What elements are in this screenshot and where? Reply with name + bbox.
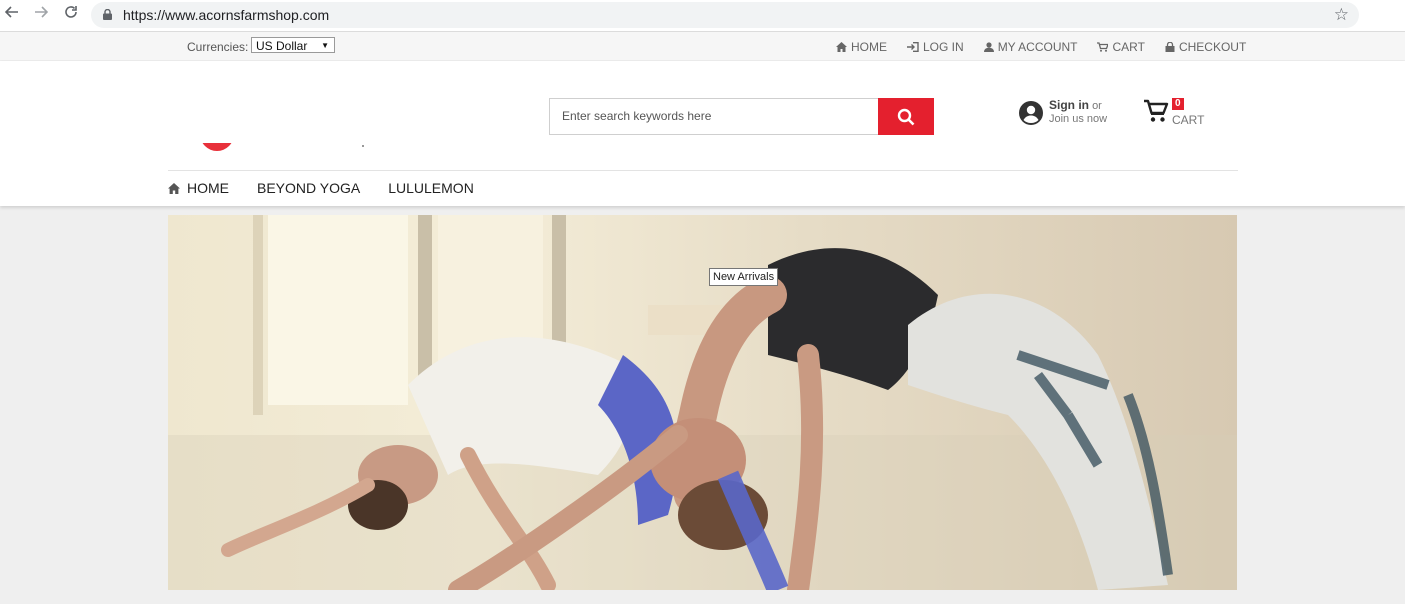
login-icon xyxy=(907,42,919,52)
top-link-checkout[interactable]: CHECKOUT xyxy=(1165,40,1246,54)
back-icon[interactable] xyxy=(2,5,22,25)
logo-fragment xyxy=(362,145,364,147)
cart-count-badge: 0 xyxy=(1172,98,1184,110)
nav-item-home[interactable]: HOME xyxy=(168,180,229,196)
nav-item-beyond-yoga[interactable]: BEYOND YOGA xyxy=(257,180,360,196)
main-nav: HOME BEYOND YOGA LULULEMON xyxy=(168,180,502,196)
top-links: HOME LOG IN MY ACCOUNT CART CHECKOUT xyxy=(836,40,1266,54)
lock-icon xyxy=(103,9,112,20)
nav-item-label: HOME xyxy=(187,180,229,196)
user-icon xyxy=(983,42,994,52)
top-link-home[interactable]: HOME xyxy=(836,40,887,54)
address-bar[interactable]: https://www.acornsfarmshop.com ☆ xyxy=(91,2,1359,28)
top-link-label: CHECKOUT xyxy=(1178,40,1247,54)
hero-banner[interactable] xyxy=(168,215,1237,590)
logo[interactable] xyxy=(200,143,234,151)
account-circle-icon xyxy=(1019,100,1043,125)
home-icon xyxy=(836,42,847,52)
currency-label: Currencies: xyxy=(187,40,249,54)
search-icon xyxy=(897,108,915,125)
bookmark-star-icon[interactable]: ☆ xyxy=(1334,5,1349,25)
top-link-login[interactable]: LOG IN xyxy=(907,40,964,54)
top-link-label: HOME xyxy=(851,40,887,54)
reload-icon[interactable] xyxy=(61,5,81,25)
header-cart[interactable]: 0 CART xyxy=(1143,98,1204,129)
currency-select[interactable]: US Dollar ▼ xyxy=(251,37,335,53)
search-input[interactable]: Enter search keywords here xyxy=(549,98,878,135)
cart-icon xyxy=(1144,99,1169,122)
account-link[interactable]: Sign in or Join us now xyxy=(1018,99,1107,126)
top-link-my-account[interactable]: MY ACCOUNT xyxy=(983,40,1078,54)
header-divider xyxy=(168,170,1238,171)
browser-toolbar: https://www.acornsfarmshop.com ☆ xyxy=(0,0,1405,32)
forward-icon[interactable] xyxy=(31,5,51,25)
lock-icon xyxy=(1165,42,1175,52)
sign-in-link[interactable]: Sign in xyxy=(1049,98,1089,112)
nav-item-label: LULULEMON xyxy=(388,180,474,196)
join-link[interactable]: Join us now xyxy=(1049,113,1107,125)
nav-item-label: BEYOND YOGA xyxy=(257,180,361,196)
cart-icon xyxy=(1097,42,1109,52)
nav-item-lululemon[interactable]: LULULEMON xyxy=(388,180,474,196)
utility-bar: Currencies: US Dollar ▼ HOME LOG IN MY A… xyxy=(0,32,1405,61)
site-header: Enter search keywords here Sign in or Jo… xyxy=(0,61,1405,206)
tooltip: New Arrivals xyxy=(709,268,779,286)
top-link-cart[interactable]: CART xyxy=(1097,40,1145,54)
top-link-label: MY ACCOUNT xyxy=(997,40,1078,54)
hero-image xyxy=(168,215,1237,590)
url-text: https://www.acornsfarmshop.com xyxy=(123,7,330,23)
chevron-down-icon: ▼ xyxy=(321,41,329,50)
account-or: or xyxy=(1092,100,1102,112)
currency-value: US Dollar xyxy=(256,39,308,53)
search-button[interactable] xyxy=(878,98,934,135)
top-link-label: CART xyxy=(1112,40,1145,54)
top-link-label: LOG IN xyxy=(923,40,964,54)
search-placeholder: Enter search keywords here xyxy=(562,109,712,123)
home-icon xyxy=(168,182,180,194)
cart-label: CART xyxy=(1172,113,1205,127)
